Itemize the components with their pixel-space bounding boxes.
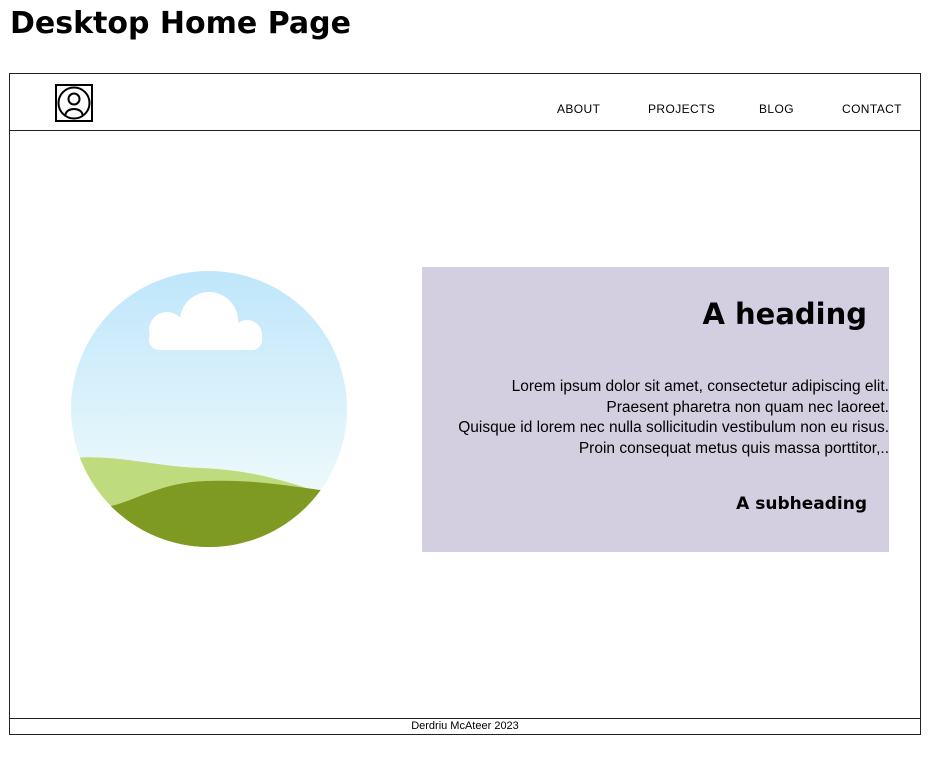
desktop-wireframe: ABOUT PROJECTS BLOG CONTACT A heading Lo… <box>9 73 921 735</box>
body-line: Lorem ipsum dolor sit amet, consectetur … <box>511 378 889 395</box>
card-body-text: Lorem ipsum dolor sit amet, consectetur … <box>422 377 889 459</box>
nav-link-blog[interactable]: BLOG <box>759 102 794 116</box>
hero-image <box>71 271 347 552</box>
footer-credit: Derdriu McAteer 2023 <box>411 720 519 732</box>
nav-link-contact[interactable]: CONTACT <box>842 102 902 116</box>
body-line: Praesent pharetra non quam nec laoreet. <box>606 398 889 416</box>
body-line: Proin consequat metus quis massa porttit… <box>578 439 889 457</box>
content-card: A heading Lorem ipsum dolor sit amet, co… <box>422 267 889 552</box>
logo[interactable] <box>55 84 93 122</box>
card-subheading: A subheading <box>736 494 867 514</box>
page-title: Desktop Home Page <box>10 6 351 41</box>
user-portrait-icon <box>57 86 91 120</box>
body-line: Quisque id lorem nec nulla sollicitudin … <box>458 419 889 436</box>
nav-link-projects[interactable]: PROJECTS <box>648 102 715 116</box>
nav-link-about[interactable]: ABOUT <box>557 102 600 116</box>
navbar: ABOUT PROJECTS BLOG CONTACT <box>10 74 920 131</box>
footer: Derdriu McAteer 2023 <box>10 718 920 735</box>
card-heading: A heading <box>702 297 867 331</box>
landscape-image-icon <box>71 271 347 547</box>
